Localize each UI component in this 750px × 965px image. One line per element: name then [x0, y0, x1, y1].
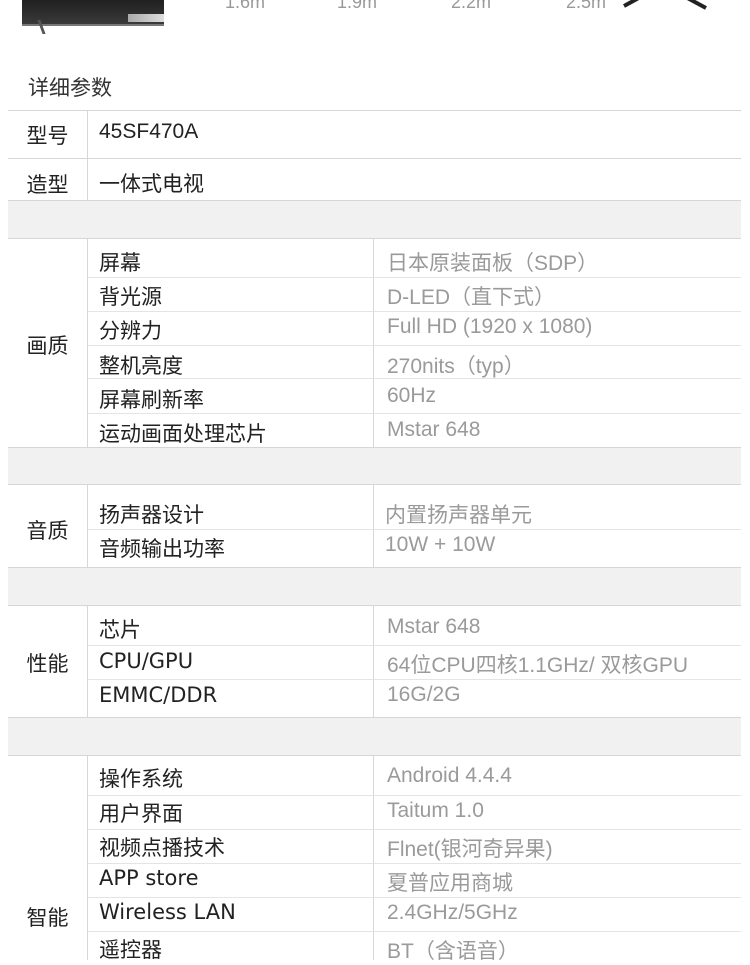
spec-label: 运动画面处理芯片	[99, 422, 267, 446]
spec-value: 64位CPU四核1.1GHz/ 双核GPU	[387, 654, 689, 677]
spacer-band	[8, 718, 741, 755]
viewing-distance-strip: 1.6m 1.9m 2.2m 2.5m	[0, 0, 750, 40]
spacer-band	[8, 201, 741, 238]
spec-value: 16G/2G	[387, 683, 461, 706]
spec-value: 10W + 10W	[385, 533, 496, 556]
spec-value: 日本原装面板（SDP）	[387, 252, 599, 275]
spec-label: 屏幕	[99, 251, 141, 275]
spec-label: EMMC/DDR	[99, 683, 218, 707]
spec-value: Android 4.4.4	[387, 764, 512, 787]
divider	[88, 863, 741, 864]
divider	[88, 311, 741, 312]
spec-value: 内置扬声器单元	[385, 504, 532, 527]
spec-label: 屏幕刷新率	[99, 388, 204, 412]
spec-label: 操作系统	[99, 767, 183, 791]
distance-label: 2.2m	[451, 0, 492, 12]
spec-label: 背光源	[99, 285, 162, 309]
divider	[88, 795, 741, 796]
divider	[373, 238, 374, 447]
spec-value: BT（含语音）	[387, 940, 519, 963]
spec-label: Wireless LAN	[99, 900, 236, 924]
divider	[8, 755, 741, 756]
spec-value: 夏普应用商城	[387, 872, 513, 895]
spec-label: CPU/GPU	[99, 649, 194, 673]
divider	[88, 931, 741, 932]
divider	[88, 529, 741, 530]
divider	[8, 238, 741, 239]
spec-value: Mstar 648	[387, 615, 481, 638]
distance-label: 1.6m	[225, 0, 266, 12]
divider	[87, 605, 88, 717]
divider	[373, 484, 374, 567]
spec-label: 整机亮度	[99, 354, 183, 378]
spacer-band	[8, 568, 741, 605]
spec-label: 造型	[26, 173, 69, 197]
spec-value: D-LED（直下式）	[387, 286, 556, 309]
spec-label: 音频输出功率	[99, 537, 225, 561]
divider	[8, 110, 741, 111]
divider	[88, 345, 741, 346]
divider	[87, 755, 88, 960]
divider	[8, 158, 741, 159]
divider	[88, 645, 741, 646]
divider	[373, 755, 374, 960]
divider	[8, 605, 741, 606]
spec-label: 用户界面	[99, 802, 183, 826]
spec-label: 芯片	[99, 618, 141, 642]
spec-label: APP store	[99, 866, 199, 890]
divider	[88, 897, 741, 898]
divider	[87, 484, 88, 567]
spec-value: Mstar 648	[387, 418, 481, 441]
spec-value: 2.4GHz/5GHz	[387, 901, 518, 924]
divider	[88, 413, 741, 414]
spec-value: Full HD (1920 x 1080)	[387, 315, 593, 338]
divider	[87, 238, 88, 447]
category-label: 音质	[26, 519, 69, 543]
divider	[373, 605, 374, 717]
divider	[88, 679, 741, 680]
distance-label: 1.9m	[337, 0, 378, 12]
spec-label: 型号	[26, 124, 69, 148]
spec-label: 分辨力	[99, 319, 162, 343]
spec-value: Taitum 1.0	[387, 799, 484, 822]
tv-stand-image	[623, 0, 707, 10]
spacer-band	[8, 448, 741, 484]
divider	[8, 484, 741, 485]
spec-value: 60Hz	[387, 384, 437, 407]
spec-label: 视频点播技术	[99, 836, 225, 860]
section-title: 详细参数	[28, 76, 112, 100]
distance-label: 2.5m	[566, 0, 607, 12]
divider	[87, 110, 88, 200]
divider	[88, 277, 741, 278]
category-label: 智能	[26, 906, 69, 930]
divider	[88, 829, 741, 830]
spec-value: 45SF470A	[99, 120, 199, 143]
category-label: 画质	[26, 334, 69, 358]
tv-stand-right	[128, 14, 164, 22]
category-label: 性能	[26, 652, 69, 676]
spec-value: 270nits（typ）	[387, 355, 525, 378]
divider	[88, 378, 741, 379]
spec-value: Flnet(银河奇异果)	[387, 838, 553, 861]
spec-value: 一体式电视	[99, 173, 204, 196]
spec-label: 扬声器设计	[99, 503, 204, 527]
